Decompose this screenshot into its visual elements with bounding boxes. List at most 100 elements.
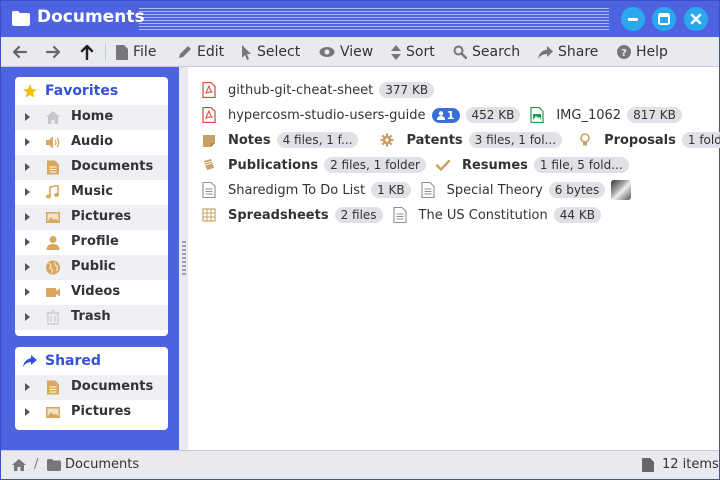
file-size-badge: 452 KB bbox=[465, 107, 521, 123]
file-row: Sharedigm To Do List 1 KB Special Theory… bbox=[202, 179, 641, 201]
expand-caret-icon[interactable] bbox=[25, 263, 30, 271]
expand-caret-icon[interactable] bbox=[25, 383, 30, 391]
expand-caret-icon[interactable] bbox=[25, 138, 30, 146]
arrow-left-icon bbox=[12, 45, 28, 59]
notes-folder-icon bbox=[203, 135, 215, 147]
file-name: IMG_1062 bbox=[556, 107, 622, 123]
folder-item[interactable]: Patents 3 files, 1 fol... bbox=[380, 132, 563, 148]
file-name: github-git-cheat-sheet bbox=[228, 82, 374, 98]
file-item[interactable]: Sharedigm To Do List 1 KB bbox=[202, 182, 411, 198]
sidebar-item-videos[interactable]: Videos bbox=[15, 280, 168, 305]
sidebar-item-trash[interactable]: Trash bbox=[15, 305, 168, 330]
view-menu-button[interactable]: View bbox=[319, 37, 373, 67]
sidebar-item-label: Documents bbox=[71, 159, 154, 174]
back-button[interactable] bbox=[12, 37, 28, 67]
folder-name: Publications bbox=[228, 157, 319, 173]
file-menu-button[interactable]: File bbox=[116, 37, 156, 67]
folder-item[interactable]: Publications 2 files, 1 folder bbox=[202, 157, 426, 173]
breadcrumb-separator: / bbox=[34, 457, 39, 472]
title-bar[interactable]: Documents bbox=[1, 1, 719, 37]
search-icon bbox=[453, 45, 467, 59]
file-name: hypercosm-studio-users-guide bbox=[228, 107, 426, 123]
expand-caret-icon[interactable] bbox=[25, 213, 30, 221]
sort-menu-button[interactable]: Sort bbox=[391, 37, 435, 67]
expand-caret-icon[interactable] bbox=[25, 238, 30, 246]
folder-item[interactable]: Spreadsheets 2 files bbox=[202, 207, 383, 223]
toolbar-label-select: Select bbox=[257, 44, 301, 60]
sidebar-item-music[interactable]: Music bbox=[15, 180, 168, 205]
pencil-icon bbox=[179, 46, 191, 58]
folder-item[interactable]: Resumes 1 file, 5 fold... bbox=[435, 157, 629, 173]
expand-caret-icon[interactable] bbox=[25, 408, 30, 416]
select-menu-button[interactable]: Select bbox=[241, 37, 300, 67]
status-bar: / Documents 12 items bbox=[1, 450, 719, 479]
pdf-icon bbox=[202, 107, 216, 123]
document-icon bbox=[47, 160, 59, 175]
maximize-icon bbox=[658, 13, 670, 25]
svg-text:?: ? bbox=[621, 48, 627, 59]
file-row: hypercosm-studio-users-guide 1 452 KB IM… bbox=[202, 104, 692, 126]
help-menu-button[interactable]: ? Help bbox=[617, 37, 668, 67]
picture-icon bbox=[46, 212, 60, 223]
favorites-header[interactable]: Favorites bbox=[15, 77, 168, 105]
up-button[interactable] bbox=[80, 37, 94, 67]
file-row: Publications 2 files, 1 folder Resumes 1… bbox=[202, 154, 639, 176]
sidebar-item-profile[interactable]: Profile bbox=[15, 230, 168, 255]
file-row: github-git-cheat-sheet 377 KB bbox=[202, 79, 444, 101]
close-button[interactable] bbox=[684, 7, 708, 31]
globe-icon bbox=[46, 260, 60, 275]
expand-caret-icon[interactable] bbox=[25, 313, 30, 321]
file-icon bbox=[642, 458, 654, 472]
sidebar-item-pictures[interactable]: Pictures bbox=[15, 400, 168, 425]
eye-icon bbox=[319, 47, 335, 57]
file-item[interactable]: IMG_1062 817 KB bbox=[530, 107, 682, 123]
file-size-badge: 1 KB bbox=[371, 182, 411, 198]
expand-caret-icon[interactable] bbox=[25, 163, 30, 171]
search-menu-button[interactable]: Search bbox=[453, 37, 520, 67]
minimize-button[interactable] bbox=[621, 7, 645, 31]
home-icon bbox=[46, 111, 60, 124]
toolbar-label-search: Search bbox=[472, 44, 521, 60]
file-item[interactable]: github-git-cheat-sheet 377 KB bbox=[202, 82, 435, 98]
sidebar-item-public[interactable]: Public bbox=[15, 255, 168, 280]
file-item[interactable]: hypercosm-studio-users-guide 1 452 KB bbox=[202, 107, 521, 123]
user-icon bbox=[436, 110, 445, 120]
folder-contents-badge: 4 files, 1 f... bbox=[276, 132, 359, 148]
favorites-title: Favorites bbox=[45, 83, 119, 99]
toolbar-label-help: Help bbox=[636, 44, 668, 60]
sidebar-item-audio[interactable]: Audio bbox=[15, 130, 168, 155]
toolbar-label-sort: Sort bbox=[406, 44, 435, 60]
home-icon[interactable] bbox=[12, 459, 26, 471]
expand-caret-icon[interactable] bbox=[25, 188, 30, 196]
shared-panel: Shared Documents Pictures bbox=[15, 347, 168, 430]
lightbulb-folder-icon bbox=[580, 133, 590, 146]
sidebar-item-documents[interactable]: Documents bbox=[15, 375, 168, 400]
breadcrumb[interactable]: Documents bbox=[65, 457, 139, 472]
expand-caret-icon[interactable] bbox=[25, 113, 30, 121]
folder-item[interactable]: Notes 4 files, 1 f... bbox=[202, 132, 359, 148]
picture-icon bbox=[46, 407, 60, 418]
splitter-grip[interactable] bbox=[182, 241, 186, 275]
book-folder-icon bbox=[204, 159, 214, 170]
pdf-icon bbox=[202, 82, 216, 98]
folder-name: Spreadsheets bbox=[228, 207, 329, 223]
maximize-button[interactable] bbox=[652, 7, 676, 31]
share-menu-button[interactable]: Share bbox=[538, 37, 598, 67]
folder-item[interactable]: Proposals 1 folder bbox=[578, 132, 720, 148]
arrow-right-icon bbox=[45, 45, 61, 59]
check-folder-icon bbox=[435, 159, 450, 171]
expand-caret-icon[interactable] bbox=[25, 288, 30, 296]
edit-menu-button[interactable]: Edit bbox=[178, 37, 224, 67]
sidebar-item-pictures[interactable]: Pictures bbox=[15, 205, 168, 230]
sidebar-item-documents[interactable]: Documents bbox=[15, 155, 168, 180]
cursor-icon bbox=[242, 44, 251, 60]
sidebar-item-home[interactable]: Home bbox=[15, 105, 168, 130]
forward-button[interactable] bbox=[45, 37, 61, 67]
folder-name: Proposals bbox=[604, 132, 676, 148]
title-drag-grip[interactable] bbox=[139, 8, 609, 30]
shared-header[interactable]: Shared bbox=[15, 347, 168, 375]
music-icon bbox=[46, 185, 59, 199]
file-size-badge: 817 KB bbox=[627, 107, 682, 123]
file-item[interactable]: The US Constitution 44 KB bbox=[392, 207, 601, 223]
file-item[interactable]: Special Theory 6 bytes bbox=[421, 180, 632, 200]
